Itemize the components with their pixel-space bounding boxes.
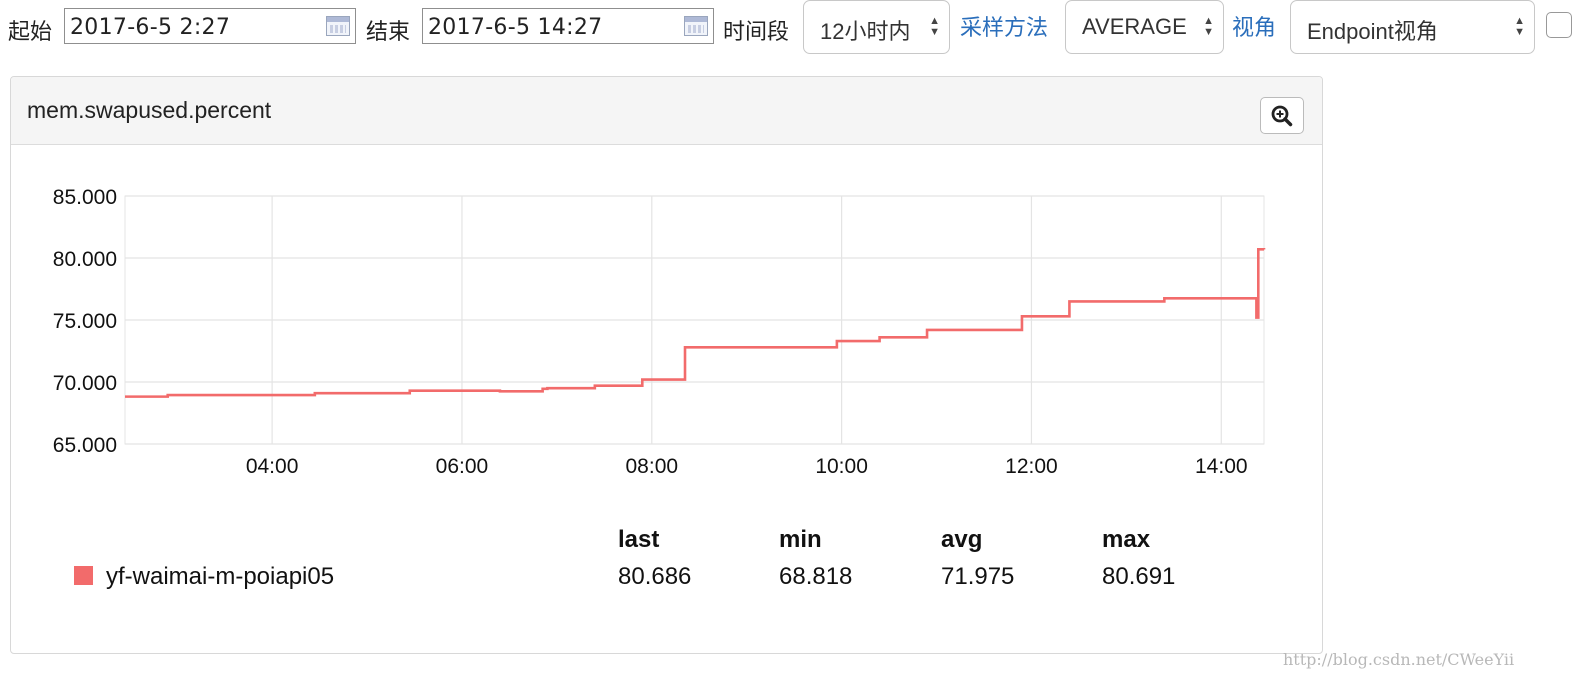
x-tick-label: 04:00 [246, 455, 299, 478]
chart-panel: mem.swapused.percent 65.000 70.000 75.000 8… [10, 76, 1323, 654]
y-tick-label: 70.000 [53, 372, 117, 395]
y-tick-label: 80.000 [53, 248, 117, 271]
calendar-icon[interactable] [684, 16, 708, 36]
legend-header-avg: avg [941, 526, 983, 553]
x-tick-label: 10:00 [815, 455, 868, 478]
sampling-select[interactable]: AVERAGE ▲ ▼ [1065, 0, 1224, 54]
end-datetime-value: 2017-6-5 14:27 [428, 15, 603, 40]
end-datetime-input[interactable]: 2017-6-5 14:27 [422, 8, 714, 44]
watermark-text: http://blog.csdn.net/CWeeYii [1283, 650, 1515, 669]
legend-value-last: 80.686 [618, 563, 692, 590]
line-chart: 65.000 70.000 75.000 80.000 85.000 04:00 06:00… [53, 186, 1266, 478]
toolbar: 起始 2017-6-5 2:27 结束 2017-6-5 14:27 时间段 1… [0, 0, 1593, 60]
chart-axes: 65.000 70.000 75.000 80.000 85.000 04:00 06:00… [53, 186, 1248, 478]
legend-header-min: min [779, 526, 822, 553]
chart-grid [124, 195, 1265, 445]
series-line [125, 248, 1266, 398]
start-label: 起始 [8, 19, 53, 44]
start-datetime-input[interactable]: 2017-6-5 2:27 [64, 8, 356, 44]
sampling-select-value: AVERAGE [1082, 14, 1187, 39]
x-tick-label: 08:00 [626, 455, 679, 478]
legend-value-avg: 71.975 [941, 563, 1015, 590]
legend-header-last: last [618, 526, 660, 553]
x-tick-label: 12:00 [1005, 455, 1058, 478]
y-tick-label: 85.000 [53, 186, 117, 209]
x-tick-label: 14:00 [1195, 455, 1248, 478]
toggle-checkbox[interactable] [1546, 12, 1572, 38]
y-tick-label: 65.000 [53, 434, 117, 457]
legend-header-max: max [1102, 526, 1151, 553]
sampling-method-link[interactable]: 采样方法 [960, 10, 1048, 42]
period-select[interactable]: 12小时内 ▲ ▼ [803, 0, 950, 54]
start-datetime-value: 2017-6-5 2:27 [70, 15, 231, 40]
legend-value-max: 80.691 [1102, 563, 1176, 590]
y-tick-label: 75.000 [53, 310, 117, 333]
select-arrows-icon: ▲ ▼ [929, 15, 940, 38]
x-tick-label: 06:00 [436, 455, 489, 478]
legend-value-min: 68.818 [779, 563, 853, 590]
period-label: 时间段 [723, 19, 790, 44]
view-link[interactable]: 视角 [1232, 10, 1276, 42]
legend-swatch [74, 566, 93, 585]
view-select-value: Endpoint视角 [1307, 19, 1438, 44]
chart-series [125, 248, 1266, 398]
select-arrows-icon: ▲ ▼ [1514, 15, 1525, 38]
view-select[interactable]: Endpoint视角 ▲ ▼ [1290, 0, 1535, 54]
period-select-value: 12小时内 [820, 19, 911, 44]
calendar-icon[interactable] [326, 16, 350, 36]
legend-series-name[interactable]: yf-waimai-m-poiapi05 [106, 563, 334, 591]
end-label: 结束 [366, 19, 411, 44]
select-arrows-icon: ▲ ▼ [1203, 15, 1214, 38]
